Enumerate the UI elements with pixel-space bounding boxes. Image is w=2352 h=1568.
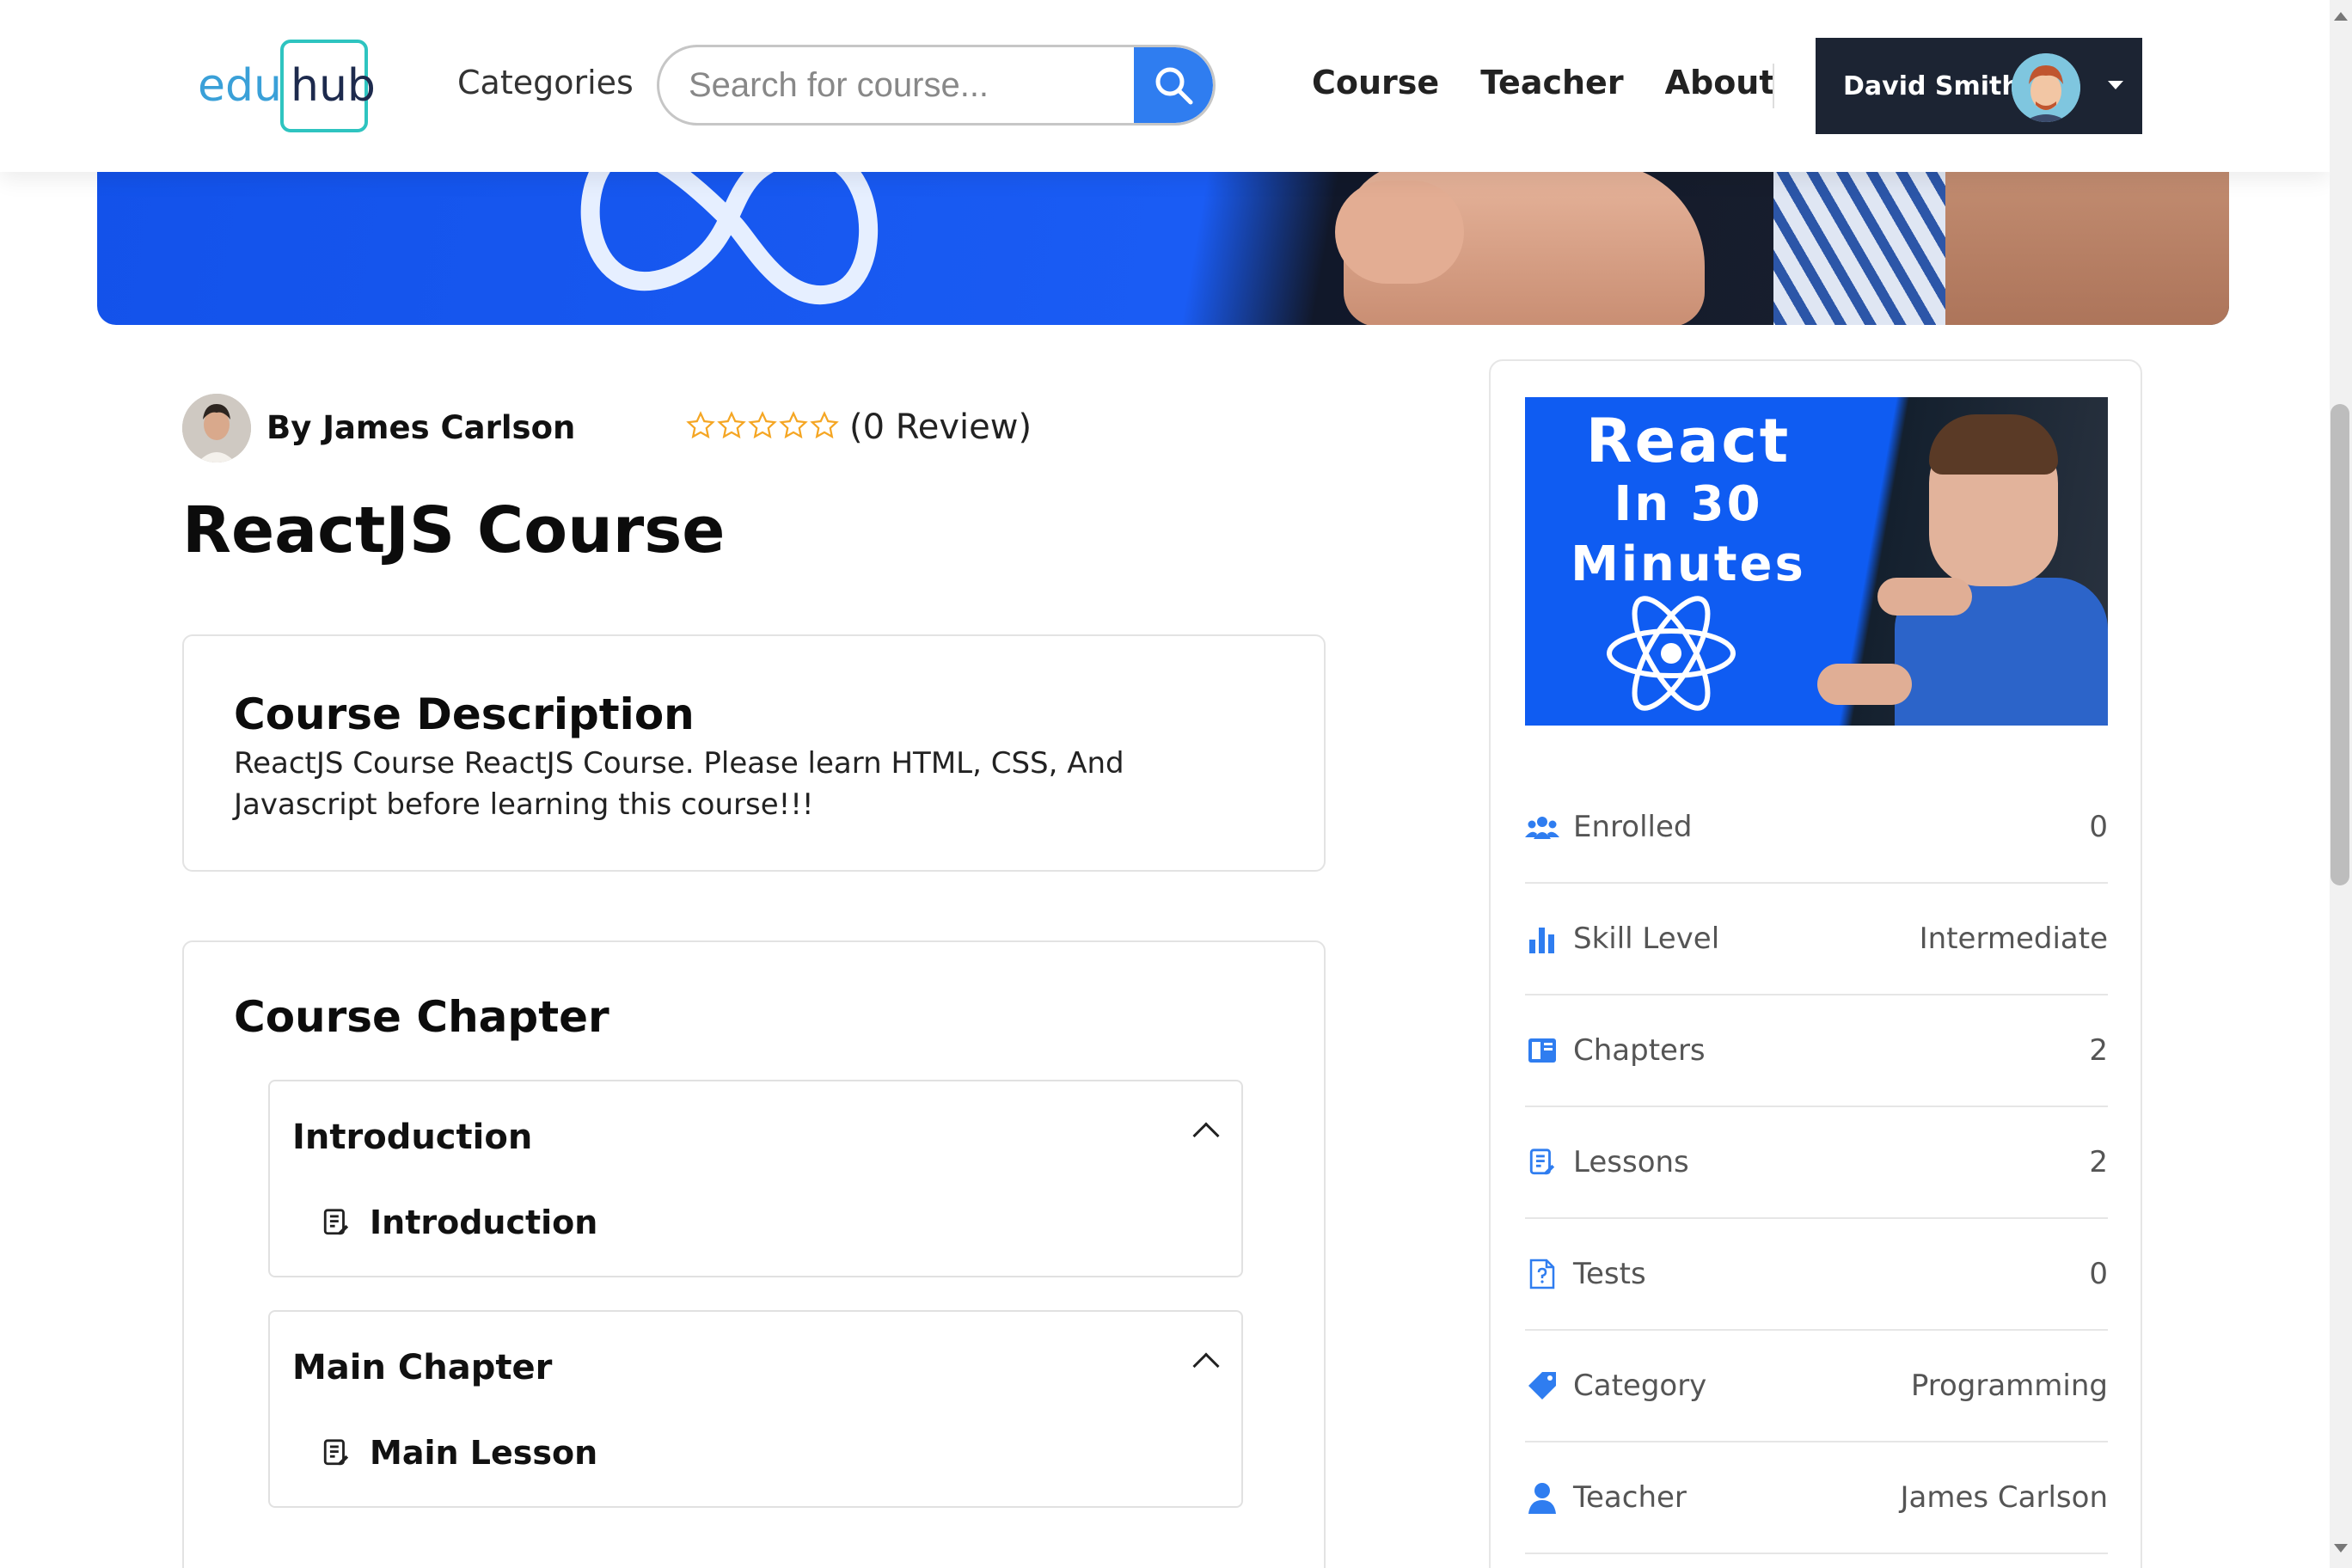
logo-text-hub: hub bbox=[291, 60, 376, 112]
star-icon bbox=[810, 411, 839, 439]
user-avatar bbox=[2012, 53, 2080, 122]
nav-about[interactable]: About bbox=[1665, 64, 1775, 101]
main-nav: Course Teacher About bbox=[1312, 64, 1775, 101]
user-menu-button[interactable]: David Smith bbox=[1816, 38, 2142, 134]
bar-chart-icon bbox=[1525, 922, 1559, 956]
stat-value: 0 bbox=[2089, 1257, 2108, 1291]
search-button[interactable] bbox=[1134, 47, 1213, 123]
stat-enrolled: Enrolled 0 bbox=[1525, 772, 2108, 884]
course-chapter-card: Course Chapter Introduction Introduction… bbox=[182, 940, 1326, 1568]
rating-stars bbox=[686, 411, 839, 440]
stat-label: Lessons bbox=[1573, 1145, 1689, 1179]
nav-divider bbox=[1773, 64, 1774, 108]
author-avatar bbox=[182, 394, 251, 462]
star-icon bbox=[748, 411, 777, 439]
description-text: ReactJS Course ReactJS Course. Please le… bbox=[234, 746, 1124, 822]
course-thumbnail: React In 30 Minutes bbox=[1525, 397, 2108, 726]
users-icon bbox=[1525, 810, 1559, 844]
stat-value: 0 bbox=[2089, 810, 2108, 844]
stat-value: Intermediate bbox=[1919, 922, 2108, 956]
star-icon bbox=[779, 411, 808, 439]
stat-category: Category Programming bbox=[1525, 1331, 2108, 1442]
thumbnail-person-hair bbox=[1929, 414, 2058, 475]
chapter-heading: Course Chapter bbox=[234, 992, 609, 1042]
stat-label: Teacher bbox=[1573, 1480, 1687, 1515]
course-author[interactable]: By James Carlson bbox=[266, 409, 575, 446]
stat-label: Enrolled bbox=[1573, 810, 1693, 844]
stat-tests: Tests 0 bbox=[1525, 1219, 2108, 1331]
description-heading: Course Description bbox=[234, 689, 695, 739]
stat-label: Tests bbox=[1573, 1257, 1646, 1291]
review-count: (0 Review) bbox=[849, 407, 1032, 447]
course-description-card: Course Description ReactJS Course ReactJ… bbox=[182, 634, 1326, 872]
stat-teacher: Teacher James Carlson bbox=[1525, 1442, 2108, 1554]
stat-label: Chapters bbox=[1573, 1033, 1706, 1068]
thumbnail-hand bbox=[1817, 664, 1912, 705]
chapter-title[interactable]: Main Chapter bbox=[292, 1348, 552, 1387]
lesson-item[interactable]: Main Lesson bbox=[322, 1434, 597, 1472]
stat-label: Skill Level bbox=[1573, 922, 1720, 956]
course-info-sidebar: React In 30 Minutes Enrolled 0 Skill Lev… bbox=[1489, 359, 2142, 1568]
scroll-down-arrow-icon[interactable] bbox=[2334, 1544, 2348, 1553]
chapter-accordion: Main Chapter Main Lesson bbox=[268, 1310, 1243, 1508]
scroll-up-arrow-icon[interactable] bbox=[2334, 12, 2348, 21]
test-file-icon bbox=[1525, 1257, 1559, 1291]
chapter-accordion: Introduction Introduction bbox=[268, 1080, 1243, 1277]
stat-value: 2 bbox=[2089, 1033, 2108, 1068]
stat-chapters: Chapters 2 bbox=[1525, 995, 2108, 1107]
eduhub-logo[interactable]: edu hub bbox=[198, 40, 376, 132]
tag-icon bbox=[1525, 1369, 1559, 1403]
stat-value[interactable]: James Carlson bbox=[1901, 1480, 2109, 1515]
user-icon bbox=[1525, 1480, 1559, 1515]
lesson-title: Main Lesson bbox=[370, 1434, 598, 1472]
nav-teacher[interactable]: Teacher bbox=[1480, 64, 1623, 101]
stat-value: 2 bbox=[2089, 1145, 2108, 1179]
thumbnail-line: Minutes bbox=[1571, 536, 1806, 592]
stat-label: Category bbox=[1573, 1369, 1707, 1403]
nav-course[interactable]: Course bbox=[1312, 64, 1439, 101]
categories-link[interactable]: Categories bbox=[457, 64, 634, 101]
chapter-title[interactable]: Introduction bbox=[292, 1118, 532, 1157]
course-title: ReactJS Course bbox=[182, 493, 726, 567]
search-input[interactable] bbox=[659, 47, 1137, 123]
document-icon bbox=[1525, 1145, 1559, 1179]
star-icon bbox=[686, 411, 715, 439]
stat-lessons: Lessons 2 bbox=[1525, 1107, 2108, 1219]
thumbnail-hand bbox=[1877, 578, 1972, 616]
logo-text-edu: edu bbox=[198, 60, 282, 112]
thumbnail-line: In 30 bbox=[1614, 476, 1763, 532]
stat-skill-level: Skill Level Intermediate bbox=[1525, 884, 2108, 995]
lesson-icon bbox=[323, 1209, 349, 1235]
course-page: edu hub Categories Course Teacher About … bbox=[0, 0, 2352, 1568]
chevron-down-icon bbox=[2108, 81, 2123, 89]
lesson-icon bbox=[323, 1439, 349, 1466]
chevron-up-icon[interactable] bbox=[1192, 1352, 1220, 1380]
star-icon bbox=[717, 411, 746, 439]
lesson-title: Introduction bbox=[370, 1204, 598, 1241]
user-name: David Smith bbox=[1843, 70, 2020, 101]
search-bar bbox=[657, 45, 1216, 126]
chevron-up-icon[interactable] bbox=[1192, 1122, 1220, 1149]
lesson-item[interactable]: Introduction bbox=[322, 1204, 597, 1241]
scrollbar-thumb[interactable] bbox=[2331, 404, 2349, 885]
stat-value: Programming bbox=[1910, 1369, 2108, 1403]
book-icon bbox=[1525, 1033, 1559, 1068]
thumbnail-line: React bbox=[1585, 406, 1792, 476]
top-header: edu hub Categories Course Teacher About … bbox=[0, 0, 2330, 172]
banner-fist bbox=[1335, 181, 1464, 284]
search-icon bbox=[1155, 67, 1193, 105]
react-atom-icon bbox=[1607, 596, 1736, 711]
